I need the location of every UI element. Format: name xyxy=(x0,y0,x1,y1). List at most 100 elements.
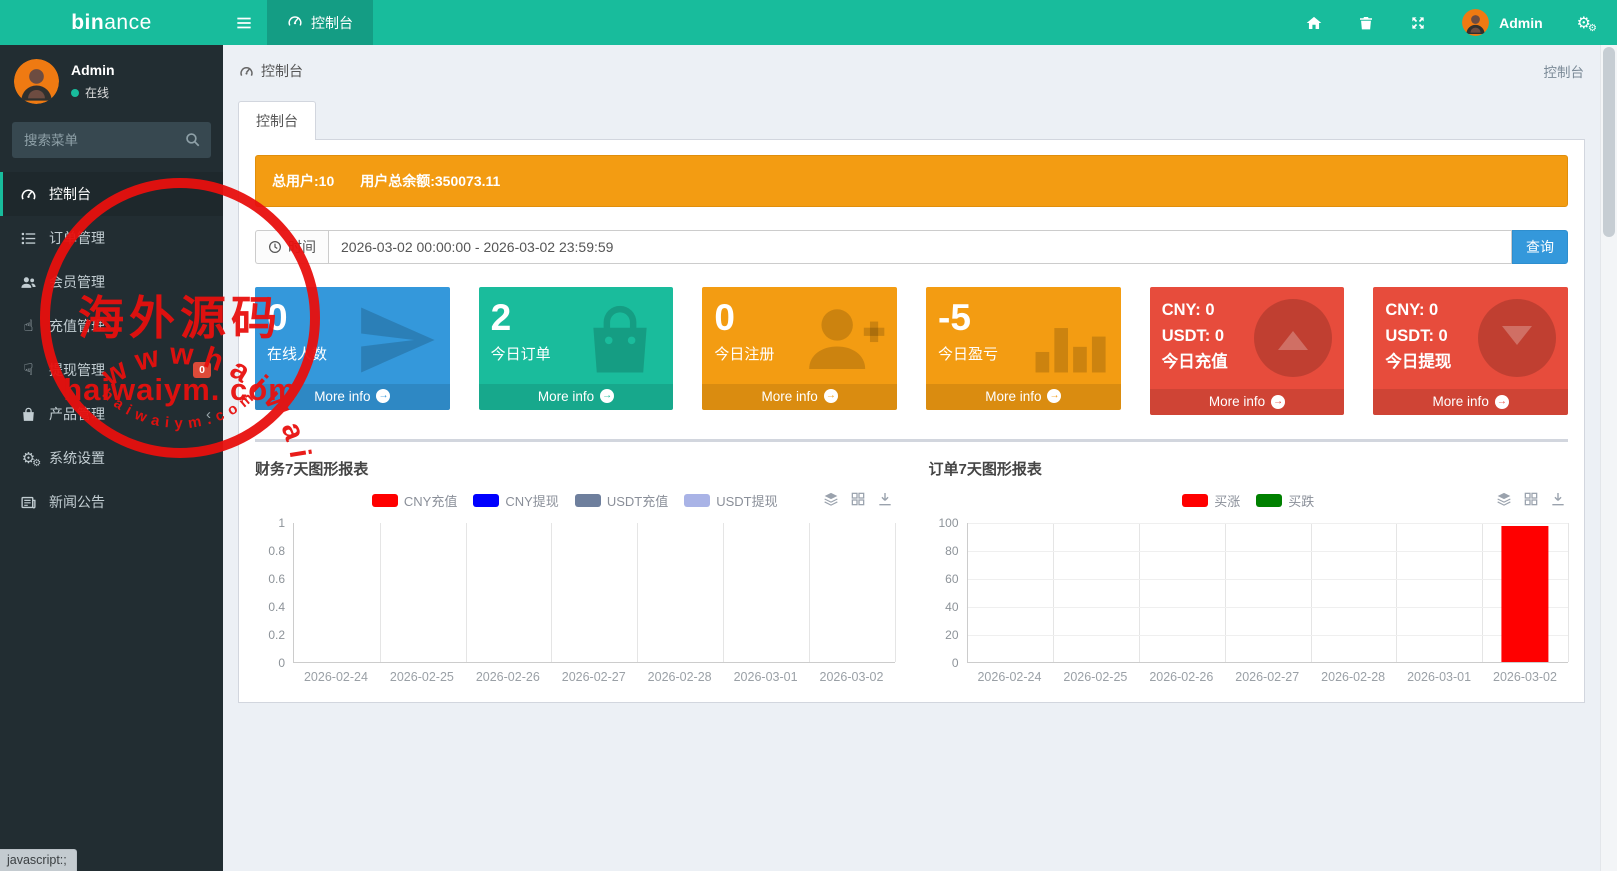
y-tick-label: 0.2 xyxy=(268,628,285,643)
more-info-link[interactable]: More info → xyxy=(1149,389,1345,416)
plot-area xyxy=(966,523,1569,664)
legend-swatch xyxy=(1256,494,1283,508)
legend-label: CNY充值 xyxy=(403,494,458,510)
stat-line: USDT: 0 xyxy=(1385,327,1448,346)
sidebar-item-产品管理[interactable]: 产品管理 ‹ xyxy=(0,392,223,436)
search-icon[interactable] xyxy=(184,131,201,148)
x-tick-label: 2026-03-01 xyxy=(733,670,798,685)
sidebar-item-控制台[interactable]: 控制台 xyxy=(0,172,223,216)
date-range-input[interactable] xyxy=(328,230,1512,264)
scrollbar-thumb[interactable] xyxy=(1603,47,1615,237)
fullscreen-icon[interactable] xyxy=(1410,14,1428,32)
chart-tool-layers-icon[interactable] xyxy=(823,491,839,507)
x-tick-label: 2026-03-02 xyxy=(819,670,884,685)
chart-tool-download-icon[interactable] xyxy=(1550,491,1566,507)
sidebar-item-会员管理[interactable]: 会员管理 xyxy=(0,260,223,304)
navbar-user-menu[interactable]: Admin xyxy=(1462,9,1543,36)
stat-box-今日注册: 0 今日注册 More info → xyxy=(702,287,898,410)
more-info-link[interactable]: More info → xyxy=(702,383,898,410)
app-logo[interactable]: bin ance xyxy=(0,0,223,45)
y-tick-label: 0 xyxy=(278,656,285,671)
chart-tool-download-icon[interactable] xyxy=(877,491,893,507)
dashboard-icon xyxy=(19,185,38,204)
stat-box-今日提现: CNY: 0 USDT: 0 今日提现 More info → xyxy=(1373,287,1569,416)
breadcrumb: 控制台 控制台 xyxy=(223,45,1600,93)
legend-swatch xyxy=(473,494,500,508)
arrow-circle-right-icon: → xyxy=(600,389,615,404)
breadcrumb-right-label[interactable]: 控制台 xyxy=(1544,61,1585,81)
stat-value: -5 xyxy=(938,297,971,338)
legend-item[interactable]: USDT充值 xyxy=(574,491,669,510)
arrow-circle-right-icon: → xyxy=(376,389,391,404)
top-navbar: bin ance 控制台 Admin ⚙ ⚙ xyxy=(0,0,1617,45)
more-info-link[interactable]: More info → xyxy=(1373,389,1569,416)
legend-item[interactable]: 买跌 xyxy=(1256,491,1314,510)
navbar-right: Admin ⚙ ⚙ xyxy=(1306,0,1617,45)
tab-console[interactable]: 控制台 xyxy=(238,101,316,140)
breadcrumb-left: 控制台 xyxy=(239,61,303,81)
online-status-dot xyxy=(71,88,79,97)
legend-item[interactable]: USDT提现 xyxy=(684,491,778,510)
avatar xyxy=(14,59,59,104)
x-tick-label: 2026-03-02 xyxy=(1493,670,1557,685)
breadcrumb-label: 控制台 xyxy=(261,63,303,79)
stat-line: 今日提现 xyxy=(1385,353,1452,372)
chart-tool-grid-icon[interactable] xyxy=(1523,491,1539,507)
y-tick-label: 1 xyxy=(278,516,285,531)
sidebar-item-label: 产品管理 xyxy=(49,406,105,422)
x-tick-label: 2026-02-24 xyxy=(303,670,368,685)
stat-box-body: 0 在线人数 xyxy=(255,287,450,384)
bar-买涨-2026-03-02[interactable] xyxy=(1501,526,1549,663)
chart-tool-layers-icon[interactable] xyxy=(1496,491,1512,507)
legend-item[interactable]: CNY提现 xyxy=(473,491,559,510)
settings-gears-icon[interactable]: ⚙ ⚙ xyxy=(1577,14,1597,33)
x-tick-label: 2026-02-26 xyxy=(1149,670,1214,685)
navbar-left: 控制台 xyxy=(223,0,373,45)
stat-value: 0 xyxy=(714,297,735,338)
chevron-left-icon: ‹ xyxy=(206,405,211,423)
hand-up-icon: ☝ xyxy=(23,316,34,335)
x-tick-label: 2026-02-27 xyxy=(1235,670,1300,685)
sidebar-item-label: 控制台 xyxy=(49,186,91,202)
legend-swatch xyxy=(371,494,398,508)
legend-label: USDT提现 xyxy=(716,494,778,510)
stat-box-今日盈亏: -5 今日盈亏 More info → xyxy=(926,287,1121,410)
sidebar-user-name: Admin xyxy=(71,62,115,78)
chart-toolbar xyxy=(823,491,893,507)
search-input[interactable] xyxy=(12,122,211,158)
legend-swatch xyxy=(1182,494,1209,508)
more-info-link[interactable]: More info → xyxy=(478,383,674,410)
avatar xyxy=(1462,9,1490,36)
stat-box-body: -5 今日盈亏 xyxy=(926,287,1121,384)
app-root: bin ance 控制台 Admin ⚙ ⚙ Admin 在线 搜索菜单 控制台… xyxy=(0,0,1617,871)
arrow-circle-right-icon: → xyxy=(1271,394,1286,409)
trash-icon[interactable] xyxy=(1358,14,1376,32)
sidebar-item-订单管理[interactable]: 订单管理 xyxy=(0,216,223,260)
arrow-circle-right-icon: → xyxy=(823,389,838,404)
chart-tool-grid-icon[interactable] xyxy=(850,491,866,507)
total-balance-text: 用户总余额:350073.11 xyxy=(360,173,501,189)
more-info-link[interactable]: More info → xyxy=(255,383,450,410)
summary-alert: 总用户:10 用户总余额:350073.11 xyxy=(255,155,1568,207)
sidebar-item-系统设置[interactable]: ⚙ ⚙ 系统设置 xyxy=(0,436,223,480)
sidebar-item-新闻公告[interactable]: 新闻公告 xyxy=(0,480,223,524)
navbar-tab-console[interactable]: 控制台 xyxy=(267,0,373,45)
legend-item[interactable]: 买涨 xyxy=(1182,491,1240,510)
x-tick-label: 2026-02-26 xyxy=(475,670,540,685)
query-button[interactable]: 查询 xyxy=(1512,230,1568,264)
stat-box-在线人数: 0 在线人数 More info → xyxy=(255,287,450,410)
page-scrollbar[interactable] xyxy=(1600,45,1617,871)
stat-label: 今日订单 xyxy=(490,345,551,363)
sidebar-item-label: 充值管理 xyxy=(49,318,105,334)
time-filter: 时间 查询 xyxy=(255,230,1568,264)
sidebar-item-提现管理[interactable]: ☟ 提现管理 0 xyxy=(0,348,223,392)
sidebar-toggle-button[interactable] xyxy=(223,0,267,45)
chart-legend: 买涨 买跌 xyxy=(929,491,1569,510)
sidebar-item-充值管理[interactable]: ☝ 充值管理 xyxy=(0,304,223,348)
total-users-text: 总用户:10 xyxy=(272,173,335,189)
more-info-link[interactable]: More info → xyxy=(926,383,1121,410)
legend-item[interactable]: CNY充值 xyxy=(371,491,458,510)
home-icon[interactable] xyxy=(1306,14,1324,32)
y-axis: 0 0.2 0.4 0.6 0.8 1 xyxy=(255,516,293,670)
legend-label: USDT充值 xyxy=(606,494,669,510)
